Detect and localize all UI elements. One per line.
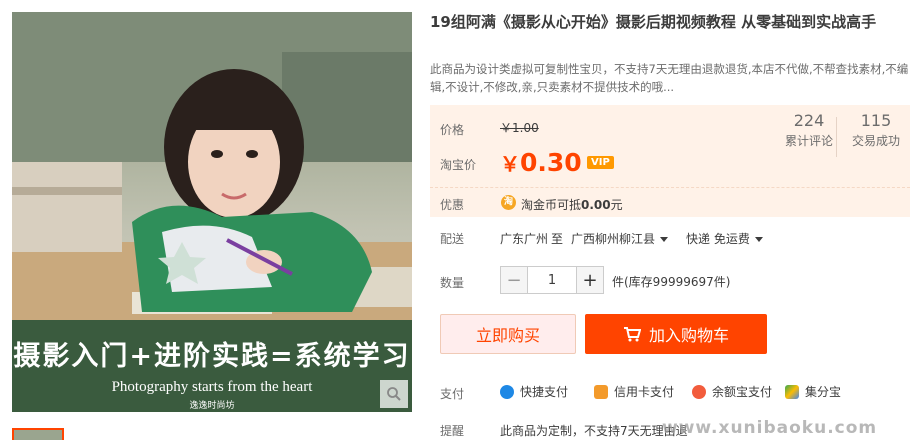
increase-button[interactable]: +	[577, 267, 603, 293]
chevron-down-icon	[754, 237, 763, 242]
cart-icon	[623, 327, 641, 342]
quantity-row: 数量 − + 件(库存99999697件)	[430, 266, 910, 296]
pay-quick: 快捷支付	[500, 383, 568, 400]
reminder-text: 此商品为定制，不支持7天无理由退	[500, 424, 688, 438]
thumbnail-1[interactable]	[12, 428, 64, 440]
quantity-input[interactable]	[527, 267, 577, 293]
ship-from: 广东广州	[500, 232, 549, 246]
quantity-label: 数量	[440, 276, 465, 290]
quantity-stepper: − +	[500, 266, 604, 294]
credit-card-icon	[594, 384, 608, 399]
yuebao-icon	[692, 384, 706, 399]
pay-method-label: 集分宝	[805, 385, 842, 399]
coupon-suffix: 元	[610, 198, 623, 212]
reviews-stat[interactable]: 224 累计评论	[782, 111, 836, 149]
taojinbi-coin-icon: 淘	[501, 195, 516, 210]
reminder-label: 提醒	[440, 424, 465, 438]
pay-yuebao: 余额宝支付	[692, 383, 772, 400]
product-title: 19组阿满《摄影从心开始》摄影后期视频教程 从零基础到实战高手	[430, 13, 877, 31]
shipping-label: 配送	[440, 232, 465, 246]
pay-jifenbao: 集分宝	[785, 383, 841, 400]
vip-badge: VIP	[587, 156, 614, 169]
currency-symbol: ￥	[500, 152, 520, 176]
banner-headline: 摄影入门+进阶实践=系统学习	[13, 341, 411, 372]
payment-row: 支付 快捷支付 信用卡支付 余额宝支付 集分宝	[430, 383, 910, 403]
payment-label: 支付	[440, 387, 465, 401]
pay-method-label: 信用卡支付	[614, 385, 675, 399]
shipping-row: 配送 广东广州 至 广西柳州柳江县 快递 免运费	[430, 225, 910, 249]
reviews-count: 224	[793, 111, 825, 130]
magnifier-icon	[387, 387, 401, 401]
price-panel: 价格 ￥1.00 淘宝价 ￥0.30 VIP 224 累计评论 115 交易成功	[430, 105, 910, 187]
taobao-price-label: 淘宝价	[440, 158, 477, 172]
ship-to-word: 至	[551, 232, 564, 246]
sales-stat: 115 交易成功	[848, 111, 904, 149]
add-to-cart-button[interactable]: 加入购物车	[585, 314, 767, 354]
watermark-text: www.xunibaoku.com	[662, 418, 878, 438]
coupon-prefix: 淘金币可抵	[521, 198, 582, 212]
quick-pay-icon	[500, 384, 514, 399]
product-main-image[interactable]: 摄影入门+进阶实践=系统学习 Photography starts from t…	[12, 12, 412, 412]
buy-now-button[interactable]: 立即购买	[440, 314, 576, 354]
coupon-amount: 0.00	[581, 198, 611, 212]
coupon-text: 淘金币可抵0.00元	[521, 196, 623, 213]
coupon-label: 优惠	[440, 198, 465, 212]
banner-subline: Photography starts from the heart	[111, 379, 313, 395]
product-subtitle: 此商品为设计类虚拟可复制性宝贝，不支持7天无理由退款退货,本店不代做,不帮查找素…	[430, 62, 909, 94]
product-page: 摄影入门+进阶实践=系统学习 Photography starts from t…	[0, 0, 915, 440]
banner-mark: 逸逸时尚坊	[189, 401, 235, 411]
stock-text: 件(库存99999697件)	[612, 275, 731, 289]
reviews-label: 累计评论	[784, 134, 833, 148]
sales-count: 115	[860, 111, 892, 130]
ship-destination-select[interactable]: 广西柳州柳江县	[571, 230, 669, 247]
original-price: ￥1.00	[500, 121, 539, 135]
image-banner: 摄影入门+进阶实践=系统学习 Photography starts from t…	[12, 320, 412, 412]
stat-divider	[836, 117, 837, 157]
price-value: 0.30	[520, 148, 582, 177]
chevron-down-icon	[660, 237, 669, 242]
taobao-price: ￥0.30	[500, 148, 582, 177]
pay-method-label: 余额宝支付	[712, 385, 773, 399]
decrease-button[interactable]: −	[501, 267, 527, 293]
sales-label: 交易成功	[851, 134, 900, 148]
pay-method-label: 快捷支付	[520, 385, 569, 399]
ship-destination: 广西柳州柳江县	[571, 232, 656, 246]
price-label: 价格	[440, 123, 465, 137]
ship-method: 快递 免运费	[686, 232, 750, 246]
pay-credit: 信用卡支付	[594, 383, 674, 400]
ship-method-select[interactable]: 快递 免运费	[686, 230, 763, 247]
zoom-button[interactable]	[380, 380, 408, 408]
coupon-row: 优惠 淘 淘金币可抵0.00元	[430, 187, 910, 217]
jifenbao-icon	[785, 384, 799, 399]
add-to-cart-label: 加入购物车	[648, 326, 729, 345]
